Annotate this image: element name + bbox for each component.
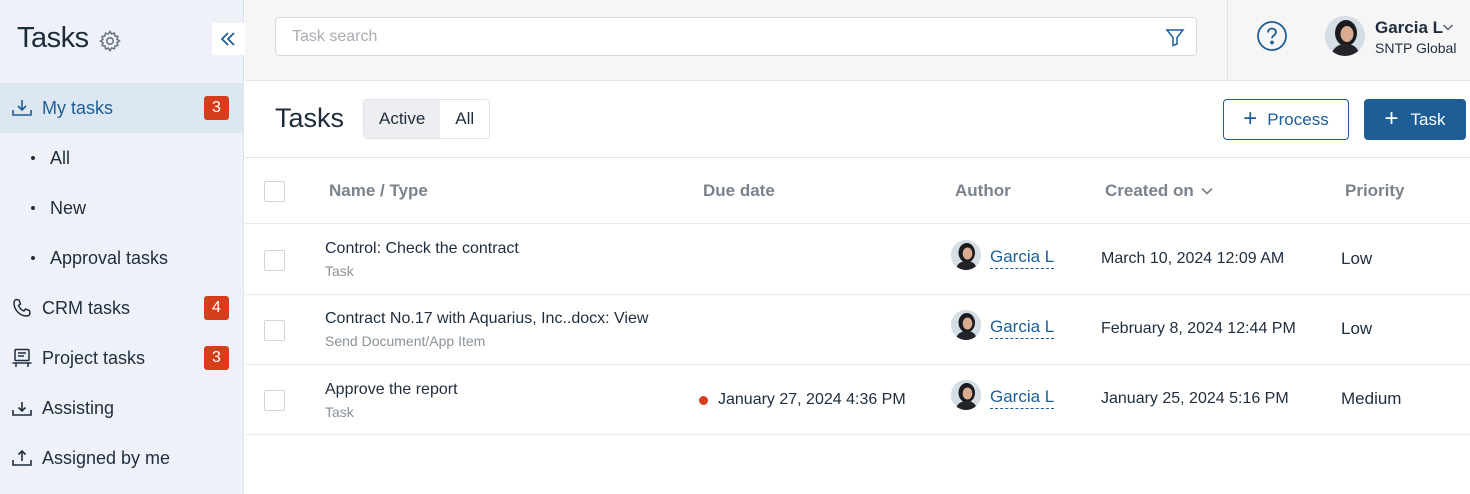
divider: [245, 157, 1470, 158]
priority: Low: [1341, 249, 1373, 268]
avatar-image: [951, 380, 981, 410]
sort-down-icon[interactable]: [1200, 185, 1214, 197]
top-bar: Garcia L SNTP Global: [245, 0, 1470, 81]
search-input[interactable]: [276, 18, 1136, 55]
search-box[interactable]: [275, 17, 1197, 56]
sidebar-item-approval-tasks[interactable]: Approval tasks: [0, 233, 244, 283]
sidebar-item-label: Approval tasks: [50, 247, 169, 268]
author-avatar: [951, 240, 981, 270]
avatar-image: [951, 310, 981, 340]
divider: [245, 294, 1470, 295]
sidebar-item-new[interactable]: New: [0, 183, 244, 233]
sidebar-header: Tasks: [0, 0, 244, 80]
count-badge: 4: [204, 296, 229, 320]
author-avatar: [951, 310, 981, 340]
author-link[interactable]: Garcia L: [990, 317, 1055, 339]
divider: [1227, 0, 1228, 81]
divider: [245, 223, 1470, 224]
due-date: January 27, 2024 4:36 PM: [718, 391, 906, 408]
bullet: [31, 256, 35, 260]
task-type: Task: [325, 263, 354, 279]
task-name-link[interactable]: Contract No.17 with Aquarius, Inc..docx:…: [325, 310, 648, 328]
column-header-priority[interactable]: Priority: [1345, 181, 1405, 201]
count-badge: 3: [204, 96, 229, 120]
sidebar-item-crm-tasks[interactable]: CRM tasks 4: [0, 283, 244, 333]
bullet: [31, 206, 35, 210]
user-name[interactable]: Garcia L: [1375, 18, 1443, 38]
collapse-sidebar-button[interactable]: [212, 23, 244, 55]
sidebar-item-label: My tasks: [42, 97, 114, 118]
sidebar-item-label: Assigned by me: [42, 447, 171, 468]
add-process-button[interactable]: + Process: [1223, 99, 1349, 140]
double-chevron-left-icon: [220, 32, 235, 46]
tab-active[interactable]: Active: [364, 100, 441, 138]
column-header-author[interactable]: Author: [955, 181, 1011, 201]
count-badge: 3: [204, 346, 229, 370]
select-all-checkbox[interactable]: [264, 181, 285, 202]
priority: Low: [1341, 319, 1373, 338]
sidebar-item-my-tasks[interactable]: My tasks 3: [0, 83, 244, 133]
user-avatar[interactable]: [1325, 16, 1365, 56]
inbox-download-icon: [12, 100, 32, 116]
button-label: Process: [1267, 109, 1329, 129]
chevron-down-icon[interactable]: [1442, 22, 1454, 32]
plus-icon: +: [1384, 104, 1399, 132]
author-link[interactable]: Garcia L: [990, 247, 1055, 269]
row-checkbox[interactable]: [264, 390, 285, 411]
help-icon[interactable]: [1256, 20, 1288, 52]
button-label: Task: [1410, 109, 1446, 129]
avatar-image: [1325, 16, 1365, 56]
task-name-link[interactable]: Approve the report: [325, 381, 458, 399]
row-checkbox[interactable]: [264, 250, 285, 271]
sidebar-item-project-tasks[interactable]: Project tasks 3: [0, 333, 244, 383]
phone-icon: [13, 298, 31, 317]
created-on: March 10, 2024 12:09 AM: [1101, 250, 1285, 267]
page-title: Tasks: [275, 103, 345, 133]
divider: [245, 364, 1470, 365]
created-on: February 8, 2024 12:44 PM: [1101, 320, 1296, 337]
sidebar-item-assigned-by-me[interactable]: Assigned by me: [0, 433, 244, 483]
sidebar-item-label: New: [50, 197, 87, 218]
row-checkbox[interactable]: [264, 320, 285, 341]
user-organization: SNTP Global: [1375, 40, 1457, 56]
filter-icon[interactable]: [1164, 26, 1186, 48]
status-tabs: Active All: [363, 99, 491, 139]
column-header-due-date[interactable]: Due date: [703, 181, 775, 201]
sidebar: Tasks My tasks 3 All New Approval tasks: [0, 0, 244, 494]
tab-all[interactable]: All: [440, 100, 490, 138]
task-type: Task: [325, 404, 354, 420]
author-link[interactable]: Garcia L: [990, 387, 1055, 409]
divider: [245, 434, 1470, 435]
overdue-indicator: [699, 396, 708, 405]
tray-in-icon: [12, 402, 32, 416]
sidebar-item-label: All: [50, 147, 71, 168]
tray-out-icon: [12, 449, 32, 466]
sidebar-item-label: CRM tasks: [42, 297, 131, 318]
author-avatar: [951, 380, 981, 410]
bullet: [31, 156, 35, 160]
sidebar-item-all[interactable]: All: [0, 133, 244, 183]
project-board-icon: [12, 348, 32, 367]
priority: Medium: [1341, 389, 1402, 408]
avatar-image: [951, 240, 981, 270]
sidebar-item-label: Project tasks: [42, 347, 146, 368]
sidebar-item-assisting[interactable]: Assisting: [0, 383, 244, 433]
task-type: Send Document/App Item: [325, 333, 486, 349]
created-on: January 25, 2024 5:16 PM: [1101, 390, 1289, 407]
sidebar-item-label: Assisting: [42, 397, 115, 418]
column-header-name[interactable]: Name / Type: [329, 181, 428, 201]
task-name-link[interactable]: Control: Check the contract: [325, 240, 519, 258]
column-header-created-on[interactable]: Created on: [1105, 181, 1194, 201]
sidebar-title: Tasks: [17, 22, 89, 54]
gear-icon[interactable]: [98, 29, 122, 53]
plus-icon: +: [1243, 104, 1258, 132]
add-task-button[interactable]: + Task: [1364, 99, 1466, 140]
